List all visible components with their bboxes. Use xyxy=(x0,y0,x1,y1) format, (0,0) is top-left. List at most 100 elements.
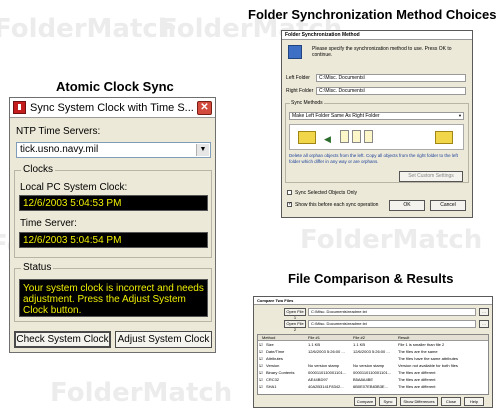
row-check-icon[interactable]: ☑ xyxy=(259,349,263,354)
watermark: FolderMatch xyxy=(300,225,483,255)
cell: The files are the same xyxy=(398,349,438,354)
results-table: Method File #1 File #2 Result ☑ Size 1.1… xyxy=(257,334,489,395)
time-server-display: 12/6/2003 5:04:54 PM xyxy=(19,232,208,248)
sync-method-select[interactable]: Make Left Folder Same As Right Folder ▼ xyxy=(289,112,464,120)
browse-file1-button[interactable]: … xyxy=(479,308,489,316)
cell: 0000110110001101... xyxy=(308,370,347,375)
column-header[interactable]: File #1 xyxy=(308,335,320,340)
cell: 1.1 KB xyxy=(353,342,366,347)
sync-methods-label: Sync Methods xyxy=(290,100,324,106)
cell: Binary Contents xyxy=(266,370,295,375)
cell: The files are different xyxy=(398,370,436,375)
row-check-icon[interactable]: ☑ xyxy=(259,356,263,361)
adjust-clock-button[interactable]: Adjust System Clock xyxy=(115,331,212,348)
table-row[interactable]: ☑ SHA1 40A2B3141F8342... 6B0E07EB83B3E..… xyxy=(258,384,488,389)
close-button[interactable]: ✕ xyxy=(197,100,212,115)
chevron-down-icon[interactable]: ▼ xyxy=(458,113,462,119)
show-differences-button[interactable]: Show Differences xyxy=(400,397,438,406)
column-header[interactable]: File #2 xyxy=(353,335,365,340)
compare-button[interactable]: Compare xyxy=(354,397,376,406)
right-folder-icon xyxy=(435,131,453,144)
right-folder-label: Right Folder xyxy=(286,88,314,94)
sync-diagram: ◀ xyxy=(289,124,464,150)
folder-sync-dialog: Folder Synchronization Method Please spe… xyxy=(281,30,473,218)
cell: 1.1 KB xyxy=(308,342,321,347)
cell: 40A2B3141F8342... xyxy=(308,384,344,389)
table-row[interactable]: ☑ Attributes The files have the same att… xyxy=(258,356,488,361)
table-row[interactable]: ☑ CRC32 AE44BD97 B5A8A4BE The files are … xyxy=(258,377,488,382)
watermark: FolderMatch xyxy=(50,378,233,408)
sync-method-value: Make Left Folder Same As Right Folder xyxy=(292,113,380,119)
cell: The files have the same attributes xyxy=(398,356,459,361)
cell: Size xyxy=(266,342,274,347)
left-folder-label: Left Folder xyxy=(286,75,310,81)
cell: B5A8A4BE xyxy=(353,377,374,382)
file-compare-dialog: Compare Two Files Open File 1 C:\Misc. D… xyxy=(253,296,493,408)
cell: Attributes xyxy=(266,356,283,361)
ntp-servers-label: NTP Time Servers: xyxy=(16,126,101,137)
column-header[interactable]: Result xyxy=(398,335,409,340)
dialog-title: Compare Two Files xyxy=(257,298,294,303)
column-header[interactable]: Method xyxy=(262,335,275,340)
ntp-server-select[interactable]: tick.usno.navy.mil ▼ xyxy=(16,142,211,158)
title-bar[interactable]: Sync System Clock with Time S... ✕ xyxy=(10,98,215,118)
cell: AE44BD97 xyxy=(308,377,328,382)
time-server-label: Time Server: xyxy=(20,218,77,229)
window-title: Sync System Clock with Time S... xyxy=(30,101,194,114)
cell: SHA1 xyxy=(266,384,277,389)
table-row[interactable]: ☑ Version No version stamp No version st… xyxy=(258,363,488,368)
cell: 0000110110001101... xyxy=(353,370,392,375)
cell: Version not available for both files xyxy=(398,363,458,368)
cell: File 1 is smaller than file 2 xyxy=(398,342,445,347)
cell: The files are different xyxy=(398,377,436,382)
cell: No version stamp xyxy=(308,363,340,368)
arrow-left-icon: ◀ xyxy=(324,134,331,144)
custom-settings-button[interactable]: Set Custom Settings xyxy=(399,171,463,182)
open-file2-button[interactable]: Open File 2 xyxy=(284,320,306,332)
close-button[interactable]: Close xyxy=(441,397,461,406)
ok-button[interactable]: OK xyxy=(389,200,425,211)
row-check-icon[interactable]: ☑ xyxy=(259,377,263,382)
file2-path-field[interactable]: C:\Misc. Documents\readme.txt xyxy=(308,320,476,328)
browse-file2-button[interactable]: … xyxy=(479,320,489,328)
app-icon xyxy=(13,101,26,114)
row-check-icon[interactable]: ☑ xyxy=(259,342,263,347)
right-folder-field[interactable]: C:\Misc. Documents\ xyxy=(316,87,466,95)
file1-path-field[interactable]: C:\Misc. Documents\readme.txt xyxy=(308,308,476,316)
status-message: Your system clock is incorrect and needs… xyxy=(19,279,208,317)
cell: Version xyxy=(266,363,280,368)
cell: 12/6/2003 5:26:00 ... xyxy=(353,349,390,354)
title-bar[interactable]: Compare Two Files xyxy=(254,297,492,305)
local-clock-display: 12/6/2003 5:04:53 PM xyxy=(19,195,208,211)
dialog-title: Folder Synchronization Method xyxy=(285,32,360,38)
checkmark-icon: ✓ xyxy=(288,201,293,207)
row-check-icon[interactable]: ☑ xyxy=(259,363,263,368)
left-folder-icon xyxy=(298,131,316,144)
table-row[interactable]: ☑ Size 1.1 KB 1.1 KB File 1 is smaller t… xyxy=(258,342,488,347)
intro-text: Please specify the synchronization metho… xyxy=(312,46,452,58)
cell: The files are different xyxy=(398,384,436,389)
selected-only-label: Sync Selected Objects Only xyxy=(295,190,357,196)
sync-button[interactable]: Sync xyxy=(379,397,397,406)
row-check-icon[interactable]: ☑ xyxy=(259,370,263,375)
document-icon xyxy=(340,130,349,143)
row-check-icon[interactable]: ☑ xyxy=(259,384,263,389)
clock-sync-window: Sync System Clock with Time S... ✕ NTP T… xyxy=(9,97,216,353)
heading-file-compare: File Comparison & Results xyxy=(288,271,454,286)
table-row[interactable]: ☑ Date/Time 12/6/2003 5:26:00 ... 12/6/2… xyxy=(258,349,488,354)
show-before-checkbox[interactable]: ✓ xyxy=(287,201,293,207)
left-folder-field[interactable]: C:\Misc. Documents\ xyxy=(316,74,466,82)
cancel-button[interactable]: Cancel xyxy=(430,200,466,211)
chevron-down-icon[interactable]: ▼ xyxy=(196,144,209,156)
local-clock-label: Local PC System Clock: xyxy=(20,182,128,193)
open-file1-button[interactable]: Open File 1 xyxy=(284,308,306,320)
selected-only-checkbox[interactable] xyxy=(287,190,292,195)
help-button[interactable]: Help xyxy=(464,397,484,406)
table-row[interactable]: ☑ Binary Contents 0000110110001101... 00… xyxy=(258,370,488,375)
ntp-server-value: tick.usno.navy.mil xyxy=(20,144,99,155)
heading-folder-sync: Folder Synchronization Method Choices xyxy=(248,7,497,22)
check-clock-button[interactable]: Check System Clock xyxy=(14,331,111,348)
heading-atomic-clock: Atomic Clock Sync xyxy=(56,79,174,94)
cell: Date/Time xyxy=(266,349,285,354)
title-bar[interactable]: Folder Synchronization Method xyxy=(282,31,472,40)
